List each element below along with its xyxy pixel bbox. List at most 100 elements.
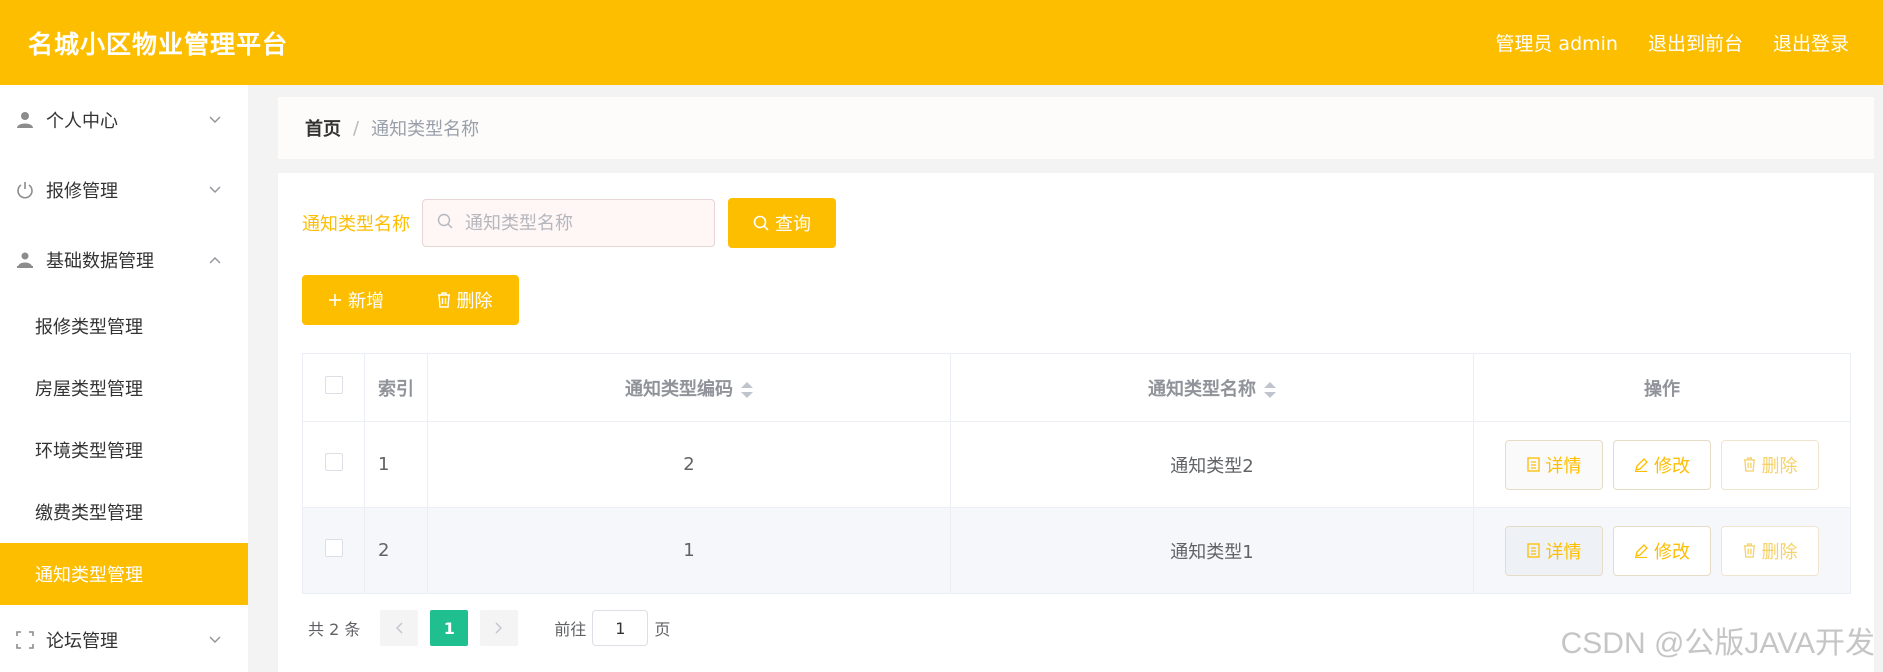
edit-button[interactable]: 修改 [1613,439,1711,490]
trash-icon [1743,457,1755,472]
next-page-button[interactable] [480,610,519,646]
exit-to-frontend-link[interactable]: 退出到前台 [1648,29,1743,56]
breadcrumb-separator: / [353,117,360,139]
column-header-name[interactable]: 通知类型名称 [950,353,1474,422]
goto-prefix: 前往 [554,620,587,639]
detail-button-label: 详情 [1545,455,1582,477]
sidebar: 个人中心 报修管理 基础数据管理 报修类型管理 房屋类型管理 环境类型管理 缴费… [0,85,248,672]
sidebar-group-personal-center[interactable]: 个人中心 [0,85,248,155]
batch-delete-button[interactable]: 删除 [410,275,519,325]
sidebar-group-forum[interactable]: 论坛管理 [0,605,248,672]
document-icon [1526,457,1540,472]
cell-ops: 详情 修改 删除 [1473,507,1851,594]
sidebar-group-label: 个人中心 [46,111,118,132]
pagination: 共 2 条 1 前往 页 [308,610,670,646]
sort-icon[interactable] [1264,381,1276,399]
add-button[interactable]: 新增 [302,275,410,325]
sidebar-item-notice-type[interactable]: 通知类型管理 [0,543,248,605]
page-number-button[interactable]: 1 [430,610,469,646]
app-title: 名城小区物业管理平台 [28,29,289,59]
data-table: 索引 通知类型编码 通知类型名称 操作 1 2 通知类型2 详情 修改 删除 2… [302,353,1851,594]
chevron-up-icon [208,253,222,267]
edit-button-label: 修改 [1654,541,1690,563]
watermark: CSDN @公版JAVA开发 [1560,627,1875,660]
edit-button-label: 修改 [1654,455,1690,477]
top-header: 名城小区物业管理平台 管理员 admin 退出到前台 退出登录 [0,0,1883,85]
breadcrumb: 首页 / 通知类型名称 [278,97,1874,159]
delete-button-label: 删除 [1761,455,1798,477]
cell-name: 通知类型2 [950,421,1474,508]
search-input[interactable] [463,211,697,235]
search-icon [753,215,769,231]
cell-code: 2 [427,421,951,508]
breadcrumb-current: 通知类型名称 [371,119,480,140]
sidebar-group-basic-data[interactable]: 基础数据管理 [0,225,248,295]
batch-delete-button-label: 删除 [456,291,493,312]
sort-icon[interactable] [741,381,753,399]
column-header-name-label: 通知类型名称 [1148,378,1256,400]
pagination-total: 共 2 条 [308,620,361,639]
delete-button[interactable]: 删除 [1721,525,1819,576]
cell-code: 1 [427,507,951,594]
column-header-index: 索引 [364,353,428,422]
trash-icon [437,292,450,308]
row-select-cell [302,421,365,508]
column-header-ops: 操作 [1473,353,1851,422]
sidebar-item-payment-type[interactable]: 缴费类型管理 [0,481,248,543]
select-all-checkbox[interactable] [324,376,343,394]
logout-link[interactable]: 退出登录 [1773,29,1849,56]
column-header-code[interactable]: 通知类型编码 [427,353,951,422]
cell-index: 2 [364,507,428,594]
cell-ops: 详情 修改 删除 [1473,421,1851,508]
chevron-down-icon [208,633,222,647]
chevron-down-icon [208,183,222,197]
chevron-right-icon [495,622,503,634]
add-button-label: 新增 [348,291,384,312]
frame-icon [14,629,36,651]
plus-icon [329,294,341,306]
main-content: 通知类型名称 查询 新增 删除 索引 [278,173,1874,672]
delete-button-label: 删除 [1761,541,1798,563]
search-form: 通知类型名称 查询 [302,198,836,248]
breadcrumb-home[interactable]: 首页 [305,115,341,141]
chevron-left-icon [396,622,403,634]
sidebar-group-label: 基础数据管理 [46,251,154,272]
query-button[interactable]: 查询 [728,198,836,248]
detail-button-label: 详情 [1545,541,1582,563]
edit-button[interactable]: 修改 [1613,525,1711,576]
goto-page-input[interactable] [592,610,649,646]
table-header-row: 索引 通知类型编码 通知类型名称 操作 [302,353,1851,422]
user-alt-icon [14,249,36,271]
row-checkbox[interactable] [324,539,343,557]
search-icon [437,213,453,233]
select-all-cell [302,353,365,422]
trash-icon [1743,543,1755,558]
sidebar-item-house-type[interactable]: 房屋类型管理 [0,357,248,419]
row-select-cell [302,507,365,594]
goto-suffix: 页 [654,620,671,639]
table-row: 2 1 通知类型1 详情 修改 删除 [302,507,1851,594]
detail-button[interactable]: 详情 [1505,439,1603,490]
search-label: 通知类型名称 [302,214,410,235]
row-checkbox[interactable] [324,453,343,471]
query-button-label: 查询 [775,214,811,235]
cell-index: 1 [364,421,428,508]
edit-icon [1635,457,1648,472]
power-icon [14,179,36,201]
action-buttons: 新增 删除 [302,275,519,325]
header-links: 管理员 admin 退出到前台 退出登录 [1495,29,1849,56]
sidebar-group-label: 报修管理 [46,181,118,202]
edit-icon [1635,543,1648,558]
user-icon [14,109,36,131]
cell-name: 通知类型1 [950,507,1474,594]
sidebar-item-environment-type[interactable]: 环境类型管理 [0,419,248,481]
detail-button[interactable]: 详情 [1505,525,1603,576]
search-field[interactable] [422,199,715,247]
sidebar-group-repair-management[interactable]: 报修管理 [0,155,248,225]
delete-button[interactable]: 删除 [1721,439,1819,490]
table-row: 1 2 通知类型2 详情 修改 删除 [302,421,1851,508]
sidebar-item-repair-type[interactable]: 报修类型管理 [0,295,248,357]
prev-page-button[interactable] [380,610,419,646]
column-header-code-label: 通知类型编码 [625,378,733,400]
document-icon [1526,543,1540,558]
